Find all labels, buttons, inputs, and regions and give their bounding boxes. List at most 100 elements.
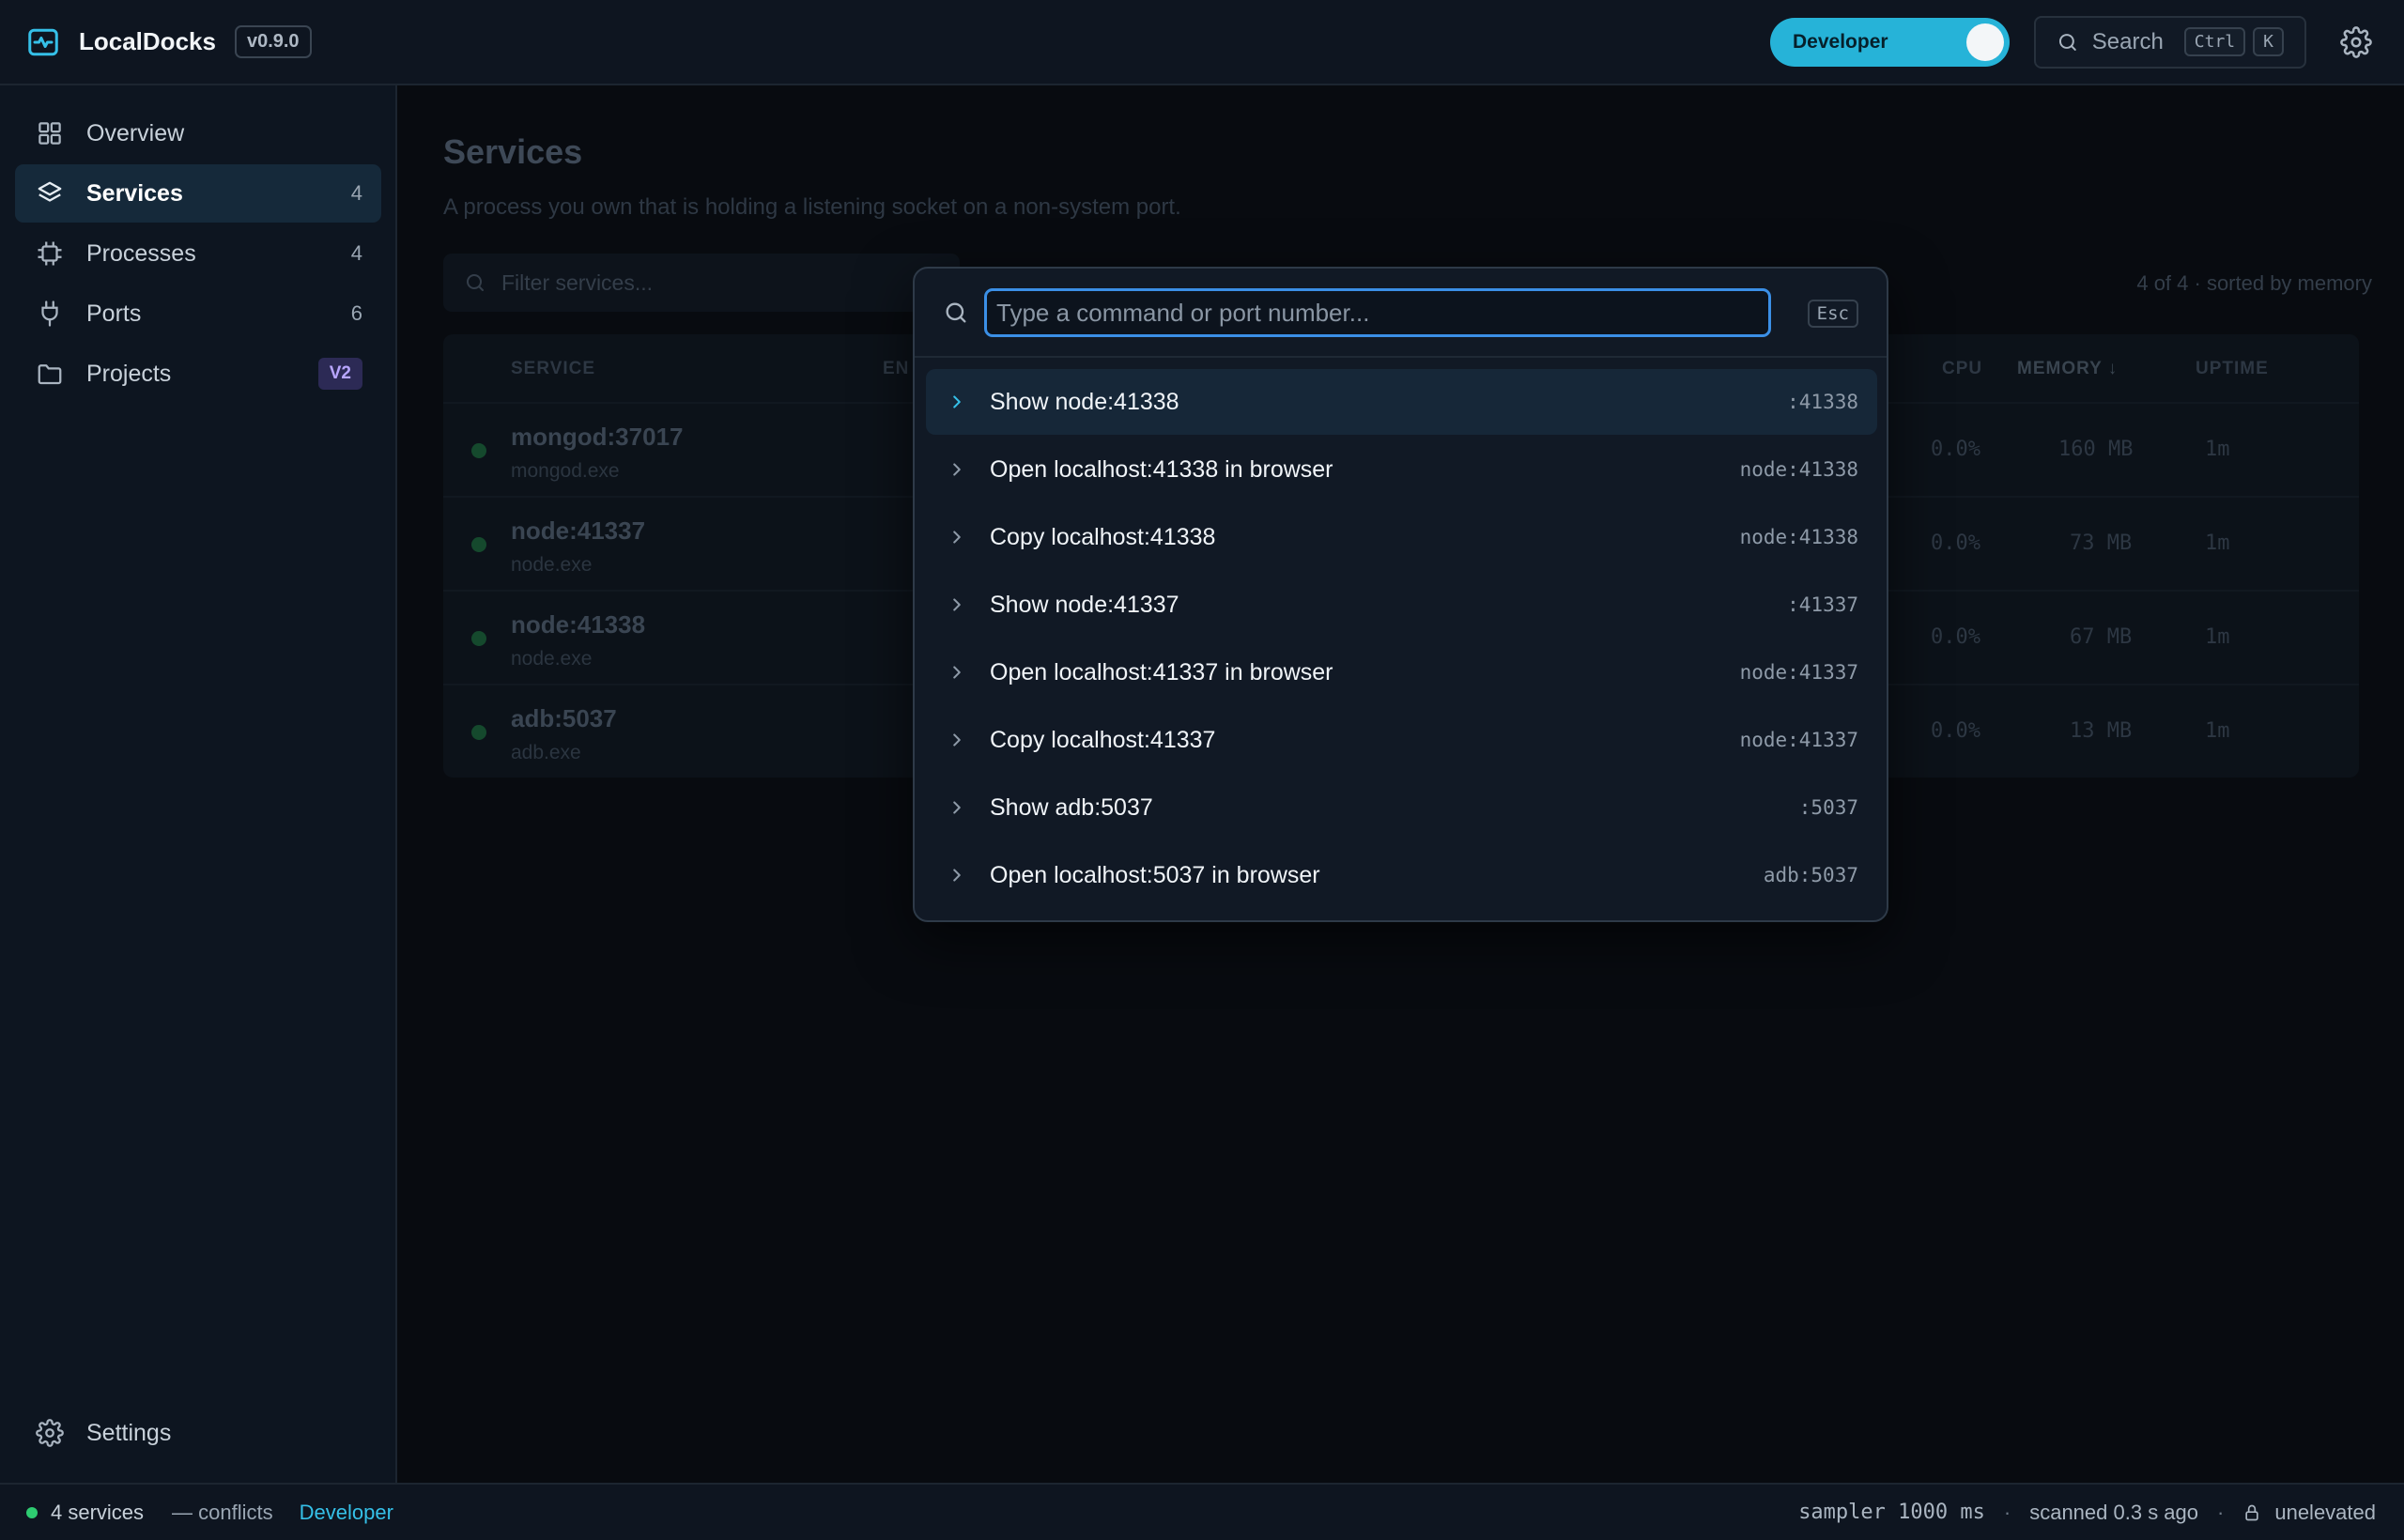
memory-value: 160 MB: [2058, 438, 2134, 461]
service-exe: node.exe: [511, 648, 593, 670]
command-label: Show adb:5037: [990, 793, 1153, 821]
status-ok-dot: [26, 1506, 38, 1518]
chevron-right-icon: [953, 666, 961, 679]
sidebar-item-count: 6: [350, 301, 362, 325]
palette-header: Esc: [915, 269, 1887, 358]
command-item[interactable]: Show node:41337 :41337: [926, 572, 1877, 638]
chevron-right-icon: [953, 395, 961, 408]
sidebar-item-label: Services: [86, 179, 183, 207]
command-item[interactable]: Copy localhost:41338 node:41338: [926, 504, 1877, 570]
service-name: mongod:37017: [511, 423, 684, 451]
command-item[interactable]: Show adb:5037 :5037: [926, 775, 1877, 840]
command-label: Open localhost:41338 in browser: [990, 455, 1333, 483]
developer-mode-toggle[interactable]: Developer: [1770, 17, 2010, 67]
plug-icon: [41, 300, 58, 327]
status-dot: [471, 725, 486, 740]
search-button[interactable]: Search Ctrl K: [2034, 15, 2306, 69]
cpu-value: 0.0%: [1931, 531, 1980, 555]
command-hint: node:41338: [1739, 458, 1858, 481]
command-label: Show node:41338: [990, 388, 1179, 415]
column-header-memory[interactable]: MEMORY ↓: [2017, 359, 2118, 379]
page-title: Services: [443, 132, 583, 171]
gear-icon[interactable]: [2340, 25, 2372, 58]
sidebar-item-ports[interactable]: Ports 6: [15, 285, 381, 343]
column-header-cpu[interactable]: CPU: [1942, 359, 1982, 379]
kbd-k: K: [2253, 27, 2284, 56]
uptime-value: 1m: [2205, 625, 2230, 649]
command-label: Open localhost:41337 in browser: [990, 658, 1333, 685]
cpu-icon: [38, 241, 62, 266]
sidebar-item-projects[interactable]: Projects V2: [15, 345, 381, 403]
service-exe: node.exe: [511, 554, 593, 576]
chevron-right-icon: [953, 463, 961, 476]
sidebar-item-settings[interactable]: Settings: [15, 1404, 381, 1462]
sidebar-item-label: Overview: [86, 119, 185, 146]
sidebar-item-processes[interactable]: Processes 4: [15, 224, 381, 283]
command-label: Copy localhost:41338: [990, 523, 1216, 550]
layers-icon: [38, 181, 62, 202]
sidebar-item-label: Projects: [86, 360, 172, 387]
uptime-value: 1m: [2205, 438, 2230, 461]
command-item[interactable]: Open localhost:41338 in browser node:413…: [926, 437, 1877, 502]
cpu-value: 0.0%: [1931, 719, 1980, 743]
status-mode: Developer: [299, 1500, 393, 1524]
sidebar-item-label: Settings: [86, 1419, 172, 1446]
column-header-endpoint[interactable]: EN: [883, 359, 909, 379]
status-services-count: 4 services: [51, 1500, 145, 1524]
command-label: Copy localhost:41337: [990, 726, 1216, 753]
filter-services-input[interactable]: Filter services...: [443, 254, 960, 312]
memory-value: 73 MB: [2070, 531, 2133, 555]
search-icon: [2058, 33, 2076, 51]
status-dot: [471, 443, 486, 458]
status-separator: ·: [2217, 1500, 2225, 1524]
service-name: adb:5037: [511, 704, 617, 732]
service-exe: adb.exe: [511, 742, 581, 763]
sidebar-item-count: 4: [350, 241, 362, 265]
command-hint: :41337: [1787, 593, 1858, 616]
toggle-knob: [1966, 23, 2004, 61]
status-separator: ·: [2003, 1500, 2011, 1524]
memory-value: 67 MB: [2070, 625, 2133, 649]
chevron-right-icon: [953, 531, 961, 544]
brand[interactable]: LocalDocks v0.9.0: [26, 25, 312, 59]
command-item[interactable]: Copy localhost:41337 node:41337: [926, 707, 1877, 773]
service-name: node:41337: [511, 516, 646, 545]
app-name: LocalDocks: [79, 27, 216, 55]
uptime-value: 1m: [2205, 531, 2230, 555]
cpu-value: 0.0%: [1931, 625, 1980, 649]
cpu-value: 0.0%: [1931, 438, 1980, 461]
status-dot: [471, 537, 486, 552]
chevron-right-icon: [953, 801, 961, 814]
command-hint: :5037: [1798, 796, 1858, 819]
command-item[interactable]: Open localhost:41337 in browser node:413…: [926, 639, 1877, 705]
status-scanned: scanned 0.3 s ago: [2029, 1500, 2199, 1524]
command-item[interactable]: Open localhost:5037 in browser adb:5037: [926, 842, 1877, 908]
esc-key-hint[interactable]: Esc: [1807, 300, 1858, 328]
lock-icon: [2245, 1504, 2259, 1520]
grid-icon: [39, 122, 61, 145]
sidebar-item-overview[interactable]: Overview: [15, 104, 381, 162]
mode-toggle-label: Developer: [1793, 30, 1888, 53]
chevron-right-icon: [953, 869, 961, 882]
version-badge: v0.9.0: [234, 25, 312, 58]
filter-placeholder: Filter services...: [501, 270, 654, 295]
status-sampler: sampler 1000 ms: [1798, 1501, 1985, 1524]
column-header-uptime[interactable]: UPTIME: [2196, 359, 2269, 379]
sort-info: 4 of 4 · sorted by memory: [2136, 271, 2372, 295]
column-header-service[interactable]: SERVICE: [511, 359, 595, 379]
status-dot: [471, 631, 486, 646]
chevron-right-icon: [953, 733, 961, 747]
command-item[interactable]: Show node:41338 :41338: [926, 369, 1877, 435]
service-exe: mongod.exe: [511, 460, 620, 482]
command-input[interactable]: [984, 288, 1771, 337]
v2-badge: V2: [317, 358, 362, 390]
command-palette: Esc Show node:41338 :41338 Open localhos…: [913, 267, 1888, 922]
status-elevation: unelevated: [2274, 1500, 2376, 1524]
page-subtitle: A process you own that is holding a list…: [443, 194, 1181, 220]
command-hint: node:41338: [1739, 526, 1858, 548]
gear-icon: [36, 1419, 64, 1447]
sidebar-item-services[interactable]: Services 4: [15, 164, 381, 223]
folder-icon: [38, 364, 62, 385]
sidebar-item-count: 4: [350, 181, 362, 205]
sidebar-item-label: Ports: [86, 300, 142, 327]
